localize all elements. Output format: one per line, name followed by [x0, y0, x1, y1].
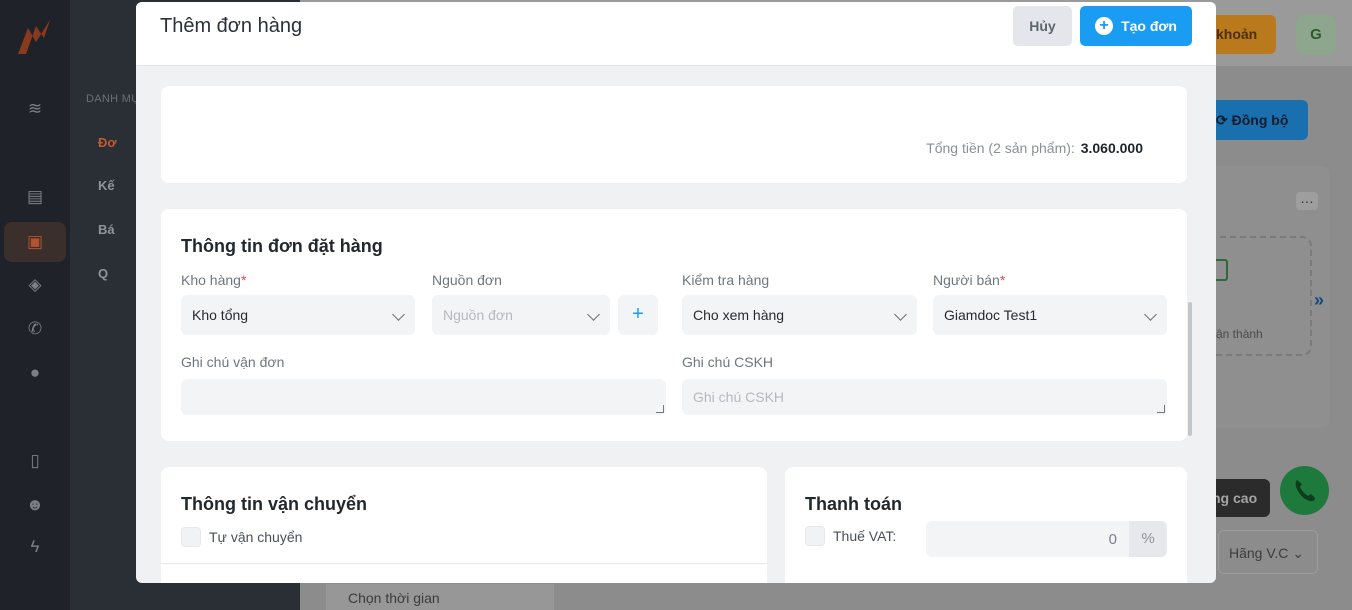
shipping-note-input[interactable] [181, 379, 666, 415]
modal-title: Thêm đơn hàng [160, 15, 303, 37]
document-icon[interactable]: ▯ [24, 450, 46, 472]
chat-icon[interactable]: ● [24, 362, 46, 384]
inspection-value: Cho xem hàng [693, 307, 785, 323]
add-source-button[interactable]: + [618, 295, 658, 335]
payment-title: Thanh toán [805, 494, 902, 514]
divider [161, 563, 767, 564]
seller-value: Giamdoc Test1 [944, 307, 1038, 323]
cs-note-label: Ghi chú CSKH [682, 354, 774, 370]
account-button[interactable]: khoản [1210, 15, 1276, 54]
self-ship-label: Tự vận chuyển [209, 529, 303, 545]
chevron-down-icon [894, 308, 907, 321]
carrier-select-value: Hãng V.C [1229, 545, 1289, 561]
order-total: Tổng tiền (2 sản phẩm): 3.060.000 [926, 140, 1143, 156]
advanced-filter-button[interactable]: ng cao [1210, 479, 1270, 517]
cancel-button[interactable]: Hủy [1013, 6, 1072, 46]
seller-select[interactable]: Giamdoc Test1 [933, 295, 1167, 335]
double-chevron-right-icon[interactable]: » [1314, 290, 1324, 311]
payment-card: Thanh toán Thuế VAT: 0 % [785, 467, 1187, 583]
status-label: ận thành [1216, 327, 1263, 341]
box-icon[interactable]: ◈ [24, 274, 46, 296]
logo-icon [18, 20, 50, 54]
shipping-note-label: Ghi chú vận đơn [181, 354, 285, 370]
add-order-modal: Thêm đơn hàng Hủy + Tạo đơn Tổng tiền (2… [136, 2, 1216, 583]
chevron-down-icon [587, 308, 600, 321]
vat-checkbox[interactable] [805, 526, 825, 546]
bolt-icon[interactable]: ϟ [24, 536, 46, 558]
phone-icon [1295, 480, 1315, 502]
chevron-down-icon [392, 308, 405, 321]
vat-unit: % [1129, 521, 1167, 557]
chevron-down-icon [1144, 308, 1157, 321]
vat-label: Thuế VAT: [833, 528, 897, 544]
self-ship-checkbox[interactable] [181, 527, 201, 547]
modal-header: Thêm đơn hàng Hủy + Tạo đơn [136, 2, 1216, 66]
sync-button[interactable]: ⟳ Đồng bộ [1210, 100, 1308, 140]
subnav-item-4[interactable]: Q [98, 266, 108, 281]
layers-icon[interactable]: ≋ [24, 98, 46, 120]
cs-note-input[interactable]: Ghi chú CSKH [682, 379, 1167, 415]
app-sidebar: ≋ ▤ ▣ ◈ ✆ ● ▯ ☻ ϟ [0, 0, 70, 610]
resize-handle-icon[interactable] [656, 405, 664, 413]
archive-icon[interactable]: ▤ [24, 186, 46, 208]
shipping-card: Thông tin vận chuyển Tự vận chuyển [161, 467, 767, 583]
inspection-select[interactable]: Cho xem hàng [682, 295, 917, 335]
sync-button-label: Đồng bộ [1231, 112, 1289, 128]
phone-call-button[interactable] [1280, 466, 1329, 515]
warehouse-label: Kho hàng* [181, 272, 247, 288]
order-info-card: Thông tin đơn đặt hàng Kho hàng* Kho tổn… [161, 209, 1187, 441]
carrier-select[interactable]: Hãng V.C ⌄ [1218, 530, 1318, 574]
modal-scrollbar[interactable] [1188, 302, 1192, 436]
subnav-item-3[interactable]: Bá [98, 222, 115, 237]
cs-note-placeholder: Ghi chú CSKH [693, 389, 785, 405]
time-select[interactable]: Chọn thời gian [326, 584, 554, 610]
warehouse-value: Kho tổng [192, 307, 249, 323]
avatar[interactable]: G [1296, 15, 1336, 55]
cash-icon[interactable]: ▣ [4, 222, 66, 262]
total-value: 3.060.000 [1080, 140, 1143, 156]
plus-circle-icon: + [1095, 17, 1114, 35]
users-icon[interactable]: ☻ [24, 494, 46, 516]
order-info-title: Thông tin đơn đặt hàng [181, 236, 383, 256]
phone-icon[interactable]: ✆ [24, 318, 46, 340]
order-summary-card: Tổng tiền (2 sản phẩm): 3.060.000 [161, 86, 1187, 183]
create-order-label: Tạo đơn [1121, 18, 1177, 34]
create-order-button[interactable]: + Tạo đơn [1080, 6, 1192, 46]
seller-label: Người bán* [933, 272, 1006, 288]
total-label: Tổng tiền (2 sản phẩm): [926, 140, 1075, 156]
shipping-title: Thông tin vận chuyển [181, 494, 368, 514]
source-placeholder: Nguồn đơn [443, 307, 513, 323]
more-icon[interactable]: … [1296, 191, 1318, 210]
warehouse-select[interactable]: Kho tổng [181, 295, 415, 335]
vat-input[interactable]: 0 [926, 521, 1129, 557]
source-select[interactable]: Nguồn đơn [432, 295, 610, 335]
resize-handle-icon[interactable] [1157, 405, 1165, 413]
subnav-item-orders[interactable]: Đơ [98, 135, 117, 150]
subnav-item-2[interactable]: Kế [98, 178, 115, 193]
inspection-label: Kiểm tra hàng [682, 272, 770, 288]
source-label: Nguồn đơn [432, 272, 502, 288]
